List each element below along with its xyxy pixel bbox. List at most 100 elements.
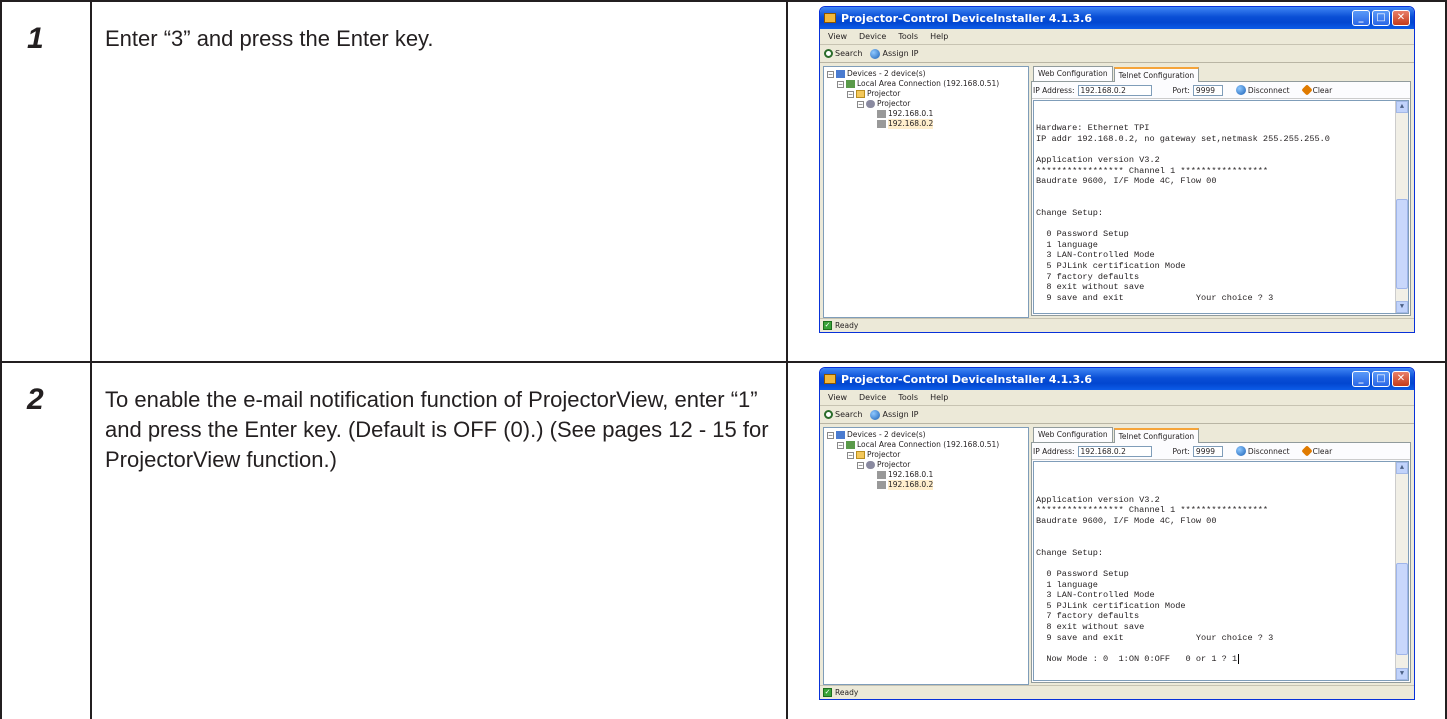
assign-ip-button[interactable]: Assign IP	[870, 409, 918, 420]
collapse-icon: −	[827, 431, 834, 439]
menu-view[interactable]: View	[828, 32, 847, 41]
terminal-line: Baudrate 9600, I/F Mode 4C, Flow 00	[1036, 515, 1217, 526]
menu-device[interactable]: Device	[859, 393, 886, 402]
telnet-terminal[interactable]: Hardware: Ethernet TPI IP addr 192.168.0.…	[1033, 100, 1409, 314]
tab-strip: Web Configuration Telnet Configuration	[1031, 66, 1411, 82]
window-title: Projector-Control DeviceInstaller 4.1.3.…	[841, 11, 1092, 25]
tree-node-devices[interactable]: − Devices - 2 device(s)	[827, 430, 1028, 440]
tree-node-device-selected[interactable]: 192.168.0.2	[827, 480, 1028, 490]
menu-bar: View Device Tools Help	[820, 29, 1414, 45]
connection-bar: IP Address: 192.168.0.2 Port: 9999 Disco…	[1032, 443, 1410, 460]
device-tree: − Devices - 2 device(s) − Local Area Conne…	[823, 66, 1029, 318]
search-button[interactable]: Search	[824, 410, 862, 419]
search-icon	[824, 410, 833, 419]
terminal-line: ***************** Channel 1 ************…	[1036, 165, 1269, 176]
step-number: 2	[27, 383, 44, 416]
menu-tools[interactable]: Tools	[898, 32, 918, 41]
tab-telnet-configuration[interactable]: Telnet Configuration	[1113, 428, 1200, 443]
main-content: − Devices - 2 device(s) − Local Area Conne…	[820, 63, 1414, 318]
assign-ip-button[interactable]: Assign IP	[870, 48, 918, 59]
port-label: Port:	[1172, 85, 1190, 95]
menu-view[interactable]: View	[828, 393, 847, 402]
tab-web-configuration[interactable]: Web Configuration	[1033, 427, 1113, 442]
clear-button[interactable]: Clear	[1300, 445, 1332, 457]
vertical-scrollbar[interactable]: ▲ ▼	[1395, 101, 1408, 313]
tree-node-connection[interactable]: − Local Area Connection (192.168.0.51)	[827, 440, 1028, 450]
tab-web-configuration[interactable]: Web Configuration	[1033, 66, 1113, 81]
terminal-line: Change Setup:	[1036, 207, 1104, 218]
telnet-panel: IP Address: 192.168.0.2 Port: 9999 Disco…	[1031, 81, 1411, 316]
scrollbar-thumb[interactable]	[1396, 199, 1408, 289]
collapse-icon: −	[827, 70, 834, 78]
collapse-icon: −	[837, 80, 844, 88]
disconnect-button[interactable]: Disconnect	[1235, 85, 1290, 95]
device-icon	[877, 110, 886, 118]
menu-tools[interactable]: Tools	[898, 393, 918, 402]
config-panel: Web Configuration Telnet Configuration I…	[1031, 66, 1411, 318]
ip-address-field[interactable]: 192.168.0.2	[1077, 445, 1152, 457]
tree-node-device[interactable]: 192.168.0.1	[827, 109, 1028, 119]
terminal-line: 3 LAN-Controlled Mode	[1036, 250, 1155, 261]
clear-button[interactable]: Clear	[1300, 84, 1332, 96]
tree-node-folder[interactable]: − Projector	[827, 89, 1028, 99]
text-cursor	[1238, 653, 1240, 664]
terminal-line: 5 PJLink certification Mode	[1036, 260, 1186, 271]
step-description: Enter “3” and press the Enter key.	[90, 0, 788, 363]
tree-node-group[interactable]: − Projector	[827, 99, 1028, 109]
terminal-line: Application version V3.2	[1036, 494, 1160, 505]
connection-bar: IP Address: 192.168.0.2 Port: 9999 Disco…	[1032, 82, 1410, 99]
tree-node-device-selected[interactable]: 192.168.0.2	[827, 119, 1028, 129]
status-bar: ✓ Ready	[820, 685, 1414, 699]
step-description: To enable the e-mail notification functi…	[90, 361, 788, 719]
ip-address-field[interactable]: 192.168.0.2	[1077, 84, 1152, 96]
step-screenshot-cell: Projector-Control DeviceInstaller 4.1.3.…	[786, 0, 1447, 363]
globe-icon	[870, 409, 881, 420]
menu-device[interactable]: Device	[859, 32, 886, 41]
tree-node-devices[interactable]: − Devices - 2 device(s)	[827, 69, 1028, 79]
maximize-button[interactable]: □	[1372, 10, 1390, 26]
step-screenshot-cell: Projector-Control DeviceInstaller 4.1.3.…	[786, 361, 1447, 719]
terminal-line: 9 save and exit Your choice ? 3	[1036, 292, 1274, 303]
title-bar[interactable]: Projector-Control DeviceInstaller 4.1.3.…	[820, 7, 1414, 29]
close-button[interactable]: ✕	[1392, 10, 1410, 26]
globe-icon	[870, 48, 881, 59]
config-panel: Web Configuration Telnet Configuration I…	[1031, 427, 1411, 685]
terminal-line: Application version V3.2	[1036, 154, 1160, 165]
scroll-up-arrow-icon[interactable]: ▲	[1396, 101, 1408, 113]
telnet-terminal[interactable]: Application version V3.2 ****************…	[1033, 461, 1409, 681]
scroll-up-arrow-icon[interactable]: ▲	[1396, 462, 1408, 474]
terminal-line: 9 save and exit Your choice ? 3	[1036, 632, 1274, 643]
device-tree: − Devices - 2 device(s) − Local Area Conne…	[823, 427, 1029, 685]
scroll-down-arrow-icon[interactable]: ▼	[1396, 301, 1408, 313]
search-button[interactable]: Search	[824, 49, 862, 58]
tree-node-device[interactable]: 192.168.0.1	[827, 470, 1028, 480]
telnet-panel: IP Address: 192.168.0.2 Port: 9999 Disco…	[1031, 442, 1411, 683]
menu-help[interactable]: Help	[930, 393, 948, 402]
scroll-down-arrow-icon[interactable]: ▼	[1396, 668, 1408, 680]
minimize-button[interactable]: _	[1352, 371, 1370, 387]
terminal-line: IP addr 192.168.0.2, no gateway set,netm…	[1036, 133, 1330, 144]
scrollbar-thumb[interactable]	[1396, 563, 1408, 655]
maximize-button[interactable]: □	[1372, 371, 1390, 387]
tree-node-connection[interactable]: − Local Area Connection (192.168.0.51)	[827, 79, 1028, 89]
title-bar[interactable]: Projector-Control DeviceInstaller 4.1.3.…	[820, 368, 1414, 390]
device-icon	[877, 471, 886, 479]
close-button[interactable]: ✕	[1392, 371, 1410, 387]
port-field[interactable]: 9999	[1192, 445, 1223, 457]
menu-help[interactable]: Help	[930, 32, 948, 41]
disconnect-button[interactable]: Disconnect	[1235, 446, 1290, 456]
port-field[interactable]: 9999	[1192, 84, 1223, 96]
network-icon	[846, 80, 855, 88]
minimize-button[interactable]: _	[1352, 10, 1370, 26]
tree-node-group[interactable]: − Projector	[827, 460, 1028, 470]
vertical-scrollbar[interactable]: ▲ ▼	[1395, 462, 1408, 680]
step-number-cell: 2	[0, 361, 92, 719]
tree-node-folder[interactable]: − Projector	[827, 450, 1028, 460]
tab-telnet-configuration[interactable]: Telnet Configuration	[1113, 67, 1200, 82]
menu-bar: View Device Tools Help	[820, 390, 1414, 406]
